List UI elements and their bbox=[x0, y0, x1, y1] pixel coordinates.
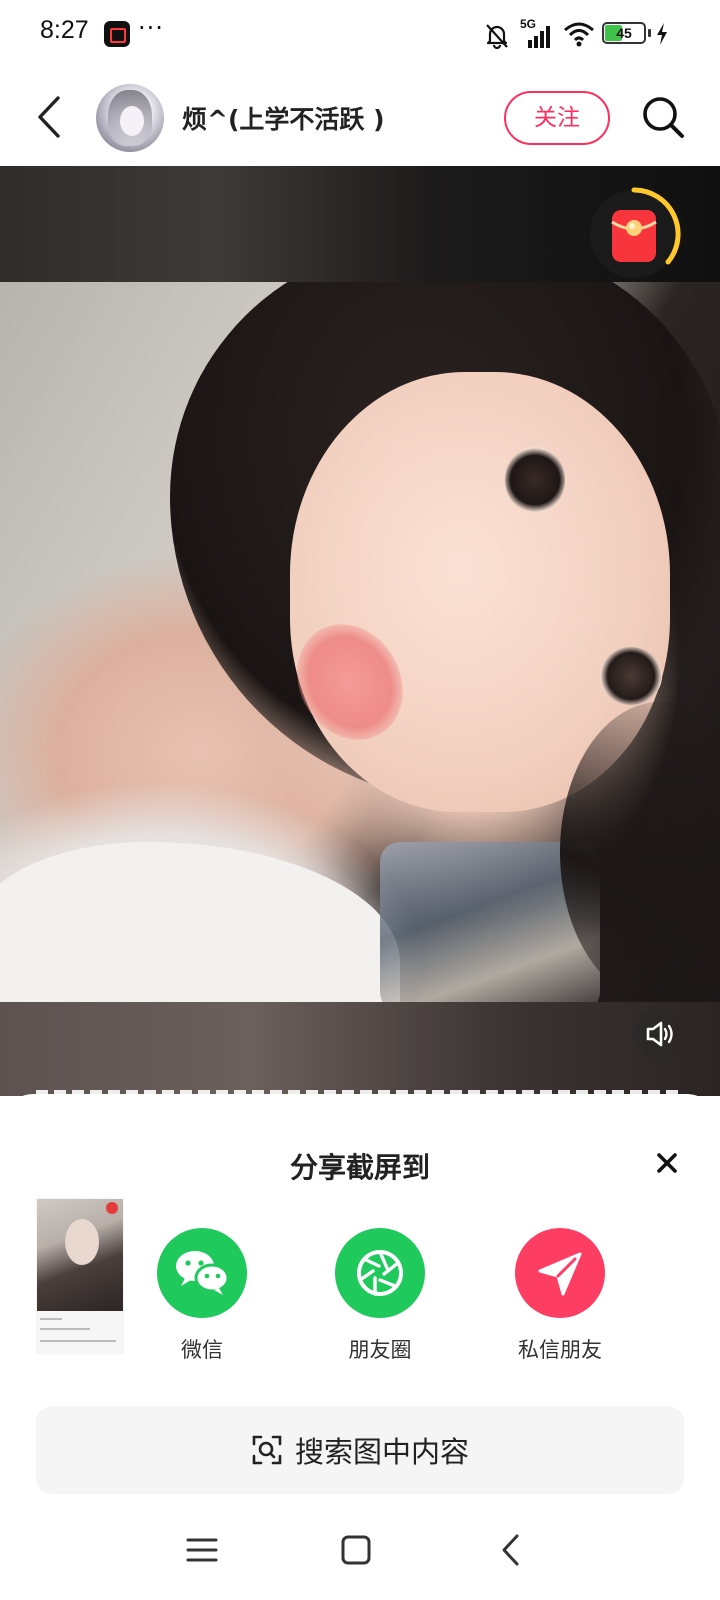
share-option-message-circle bbox=[515, 1228, 605, 1318]
more-notifications-icon: ··· bbox=[138, 14, 164, 42]
search-image-content-label: 搜索图中内容 bbox=[294, 1435, 469, 1469]
share-option-private-message[interactable]: 私信朋友 bbox=[490, 1228, 630, 1364]
chevron-left-icon bbox=[502, 1534, 519, 1566]
screenshot-thumbnail[interactable] bbox=[36, 1198, 124, 1354]
share-option-wechat-circle bbox=[157, 1228, 247, 1318]
share-option-label: 微信 bbox=[181, 1338, 223, 1362]
send-icon bbox=[538, 1252, 582, 1296]
photo-eye bbox=[505, 447, 565, 513]
thumbnail-text-line bbox=[40, 1328, 90, 1330]
battery-cap bbox=[648, 29, 651, 37]
share-option-wechat[interactable]: 微信 bbox=[132, 1228, 272, 1364]
battery-percentage: 45 bbox=[616, 25, 632, 41]
wechat-icon bbox=[176, 1251, 230, 1295]
header: 烦^(上学不活跃 ) 关注 bbox=[0, 70, 720, 166]
red-packet-icon bbox=[590, 187, 681, 278]
search-icon bbox=[643, 97, 684, 138]
close-button[interactable] bbox=[652, 1148, 682, 1178]
image-search-icon bbox=[252, 1435, 282, 1465]
thumbnail-text-line bbox=[40, 1340, 116, 1342]
system-navigation-bar bbox=[0, 1500, 720, 1600]
search-button[interactable] bbox=[640, 94, 686, 140]
menu-icon bbox=[186, 1538, 218, 1562]
mute-bell-icon bbox=[486, 24, 508, 50]
share-option-moments-circle bbox=[335, 1228, 425, 1318]
thumbnail-text-line bbox=[40, 1318, 62, 1320]
search-image-content-button[interactable]: 搜索图中内容 bbox=[36, 1406, 684, 1494]
red-packet-button[interactable] bbox=[588, 186, 684, 282]
share-option-label: 朋友圈 bbox=[348, 1338, 412, 1362]
share-option-label: 私信朋友 bbox=[518, 1338, 602, 1362]
thumbnail-redpacket bbox=[106, 1202, 118, 1214]
share-option-moments[interactable]: 朋友圈 bbox=[310, 1228, 450, 1364]
battery-icon: 45 bbox=[602, 22, 646, 44]
volume-button[interactable] bbox=[634, 1008, 686, 1060]
avatar[interactable] bbox=[96, 84, 164, 152]
share-sheet-title: 分享截屏到 bbox=[289, 1151, 430, 1184]
status-bar: 8:27 ··· 5G 45 bbox=[0, 0, 720, 70]
back-button[interactable] bbox=[26, 92, 76, 142]
moments-icon bbox=[357, 1250, 403, 1296]
media-bottom-blur bbox=[0, 1002, 720, 1096]
photo-shirt bbox=[0, 842, 400, 1002]
post-photo[interactable] bbox=[0, 282, 720, 1002]
system-back-button[interactable] bbox=[488, 1530, 536, 1570]
charging-icon bbox=[657, 23, 667, 45]
wifi-icon bbox=[564, 22, 594, 47]
status-time: 8:27 bbox=[40, 16, 89, 44]
square-icon bbox=[341, 1535, 371, 1565]
close-icon bbox=[657, 1153, 677, 1173]
signal-icon bbox=[528, 26, 550, 48]
search-bar-content: 搜索图中内容 bbox=[36, 1406, 684, 1494]
speaker-icon bbox=[646, 1021, 673, 1047]
recent-apps-button[interactable] bbox=[178, 1530, 226, 1570]
user-name[interactable]: 烦^(上学不活跃 ) bbox=[182, 100, 385, 136]
follow-button[interactable]: 关注 bbox=[504, 91, 610, 145]
screen-record-icon bbox=[104, 21, 130, 47]
thumbnail-photo bbox=[37, 1199, 123, 1311]
chevron-left-icon bbox=[38, 96, 60, 138]
photo-eye bbox=[600, 647, 662, 705]
media-viewer[interactable] bbox=[0, 166, 720, 1096]
home-button[interactable] bbox=[332, 1530, 380, 1570]
